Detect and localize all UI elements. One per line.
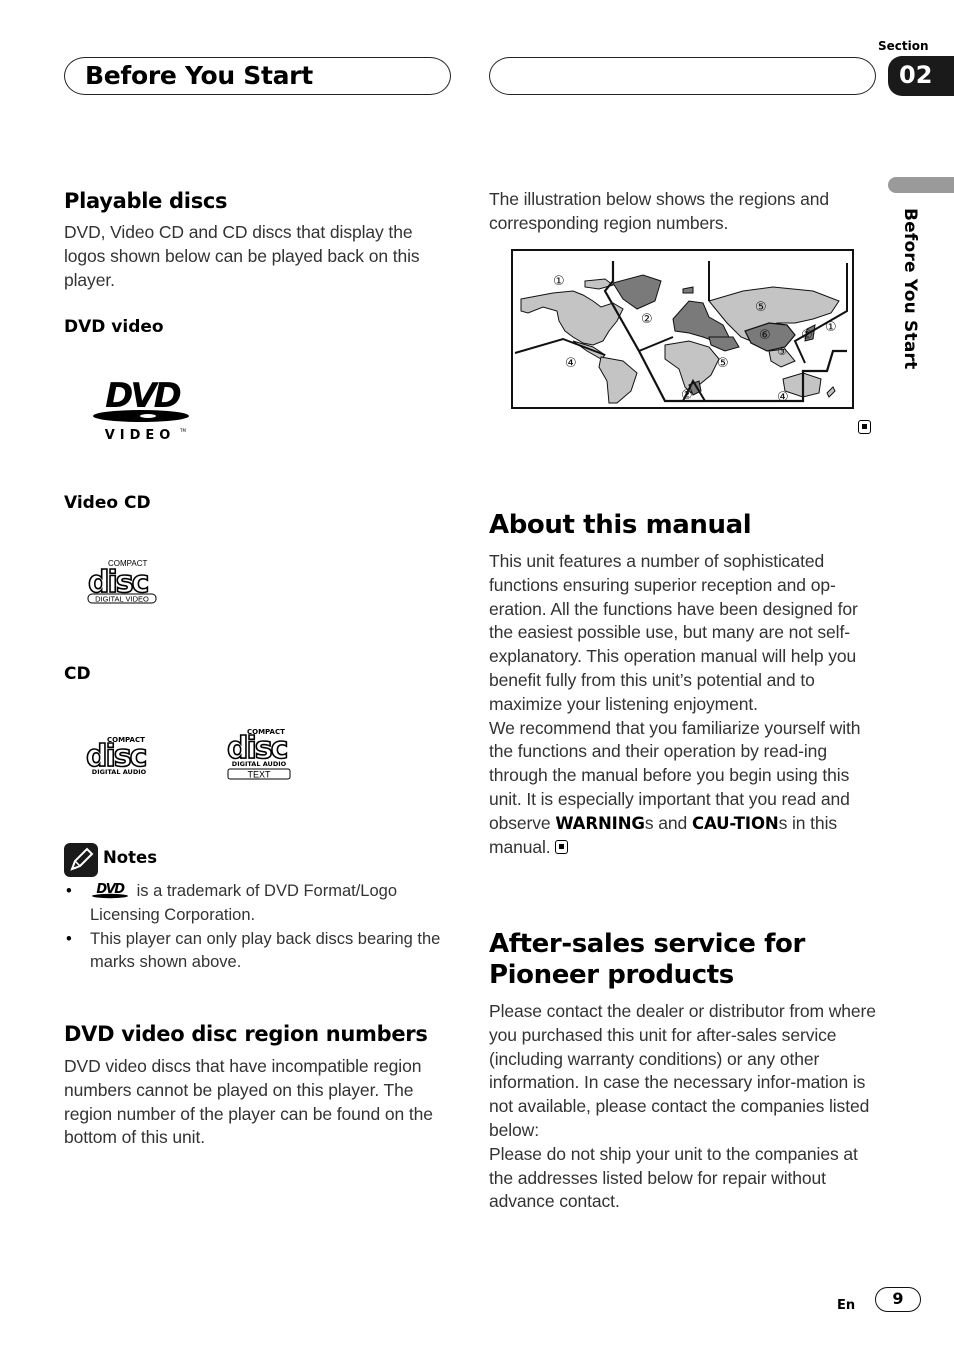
side-tab-label: Before You Start bbox=[900, 208, 920, 370]
cd-text-logo: COMPACT disc DIGITAL AUDIO TEXT bbox=[226, 725, 296, 783]
language-label: En bbox=[837, 1298, 856, 1313]
svg-text:DIGITAL AUDIO: DIGITAL AUDIO bbox=[92, 768, 147, 776]
header-empty-frame bbox=[489, 57, 876, 95]
svg-text:②: ② bbox=[641, 312, 653, 327]
section-number: 02 bbox=[899, 61, 933, 89]
note-item: • DVD is a trademark of DVD Format/Logo … bbox=[66, 882, 398, 924]
region-map: ① ② ④ ② ⑤ ⑤ ⑥ ② ① ③ ② ④ bbox=[511, 249, 854, 409]
world-map-illustration: ① ② ④ ② ⑤ ⑤ ⑥ ② ① ③ ② ④ bbox=[514, 261, 848, 405]
svg-text:TEXT: TEXT bbox=[247, 770, 271, 780]
section-tab: 02 bbox=[888, 56, 954, 96]
after-sales-body: Please contact the dealer or distributor… bbox=[489, 1001, 876, 1212]
svg-text:⑤: ⑤ bbox=[755, 300, 767, 315]
svg-text:DIGITAL AUDIO: DIGITAL AUDIO bbox=[232, 760, 287, 768]
svg-text:③: ③ bbox=[777, 345, 787, 358]
playable-discs-heading: Playable discs bbox=[64, 189, 228, 213]
caution-word: CAU-TION bbox=[691, 813, 779, 833]
svg-text:②: ② bbox=[801, 328, 813, 343]
region-map-intro: The illustration below shows the regions… bbox=[489, 189, 829, 233]
vcd-logo-bottom: DIGITAL VIDEO bbox=[95, 595, 149, 604]
header-title-frame: Before You Start bbox=[64, 57, 451, 95]
page-number: 9 bbox=[875, 1287, 921, 1312]
about-manual-heading: About this manual bbox=[489, 510, 752, 540]
dvd-inline-logo-icon: DVD bbox=[92, 882, 128, 899]
svg-text:⑤: ⑤ bbox=[717, 356, 729, 371]
end-mark-icon bbox=[858, 420, 871, 438]
bullet-icon: • bbox=[66, 929, 72, 948]
note-item: • This player can only play back discs b… bbox=[66, 929, 441, 972]
dvd-logo-subtext: VIDEO bbox=[105, 428, 176, 443]
dvd-video-logo: DVD VIDEO TM bbox=[88, 376, 198, 444]
svg-text:④: ④ bbox=[565, 356, 577, 371]
region-numbers-heading: DVD video disc region numbers bbox=[64, 1022, 428, 1046]
bullet-icon: • bbox=[66, 882, 72, 900]
side-tab-marker bbox=[888, 177, 954, 193]
cd-label: CD bbox=[64, 664, 91, 684]
section-label: Section bbox=[878, 39, 929, 53]
cd-da-logo: COMPACT disc DIGITAL AUDIO bbox=[85, 733, 155, 777]
header-title: Before You Start bbox=[85, 61, 313, 90]
notes-list: • DVD is a trademark of DVD Format/Logo … bbox=[64, 880, 444, 975]
warning-word: WARNING bbox=[555, 813, 645, 833]
video-cd-label: Video CD bbox=[64, 493, 151, 513]
svg-text:①: ① bbox=[553, 274, 565, 289]
notes-pencil-icon bbox=[64, 843, 98, 877]
playable-discs-intro: DVD, Video CD and CD discs that display … bbox=[64, 222, 420, 290]
svg-text:②: ② bbox=[681, 388, 693, 403]
end-mark-icon bbox=[555, 839, 569, 854]
video-cd-logo: COMPACT disc DIGITAL VIDEO bbox=[87, 557, 159, 605]
dvd-logo-text: DVD bbox=[105, 376, 181, 416]
region-numbers-body: DVD video discs that have incompatible r… bbox=[64, 1056, 433, 1148]
after-sales-heading: After-sales service for Pioneer products bbox=[489, 929, 805, 990]
notes-label: Notes bbox=[103, 848, 158, 867]
svg-text:⑥: ⑥ bbox=[759, 328, 771, 343]
svg-text:④: ④ bbox=[777, 390, 789, 405]
dvd-logo-tm: TM bbox=[179, 428, 186, 433]
about-manual-body: This unit features a number of sophistic… bbox=[489, 551, 861, 857]
dvd-video-label: DVD video bbox=[64, 317, 164, 337]
svg-text:①: ① bbox=[825, 320, 837, 335]
